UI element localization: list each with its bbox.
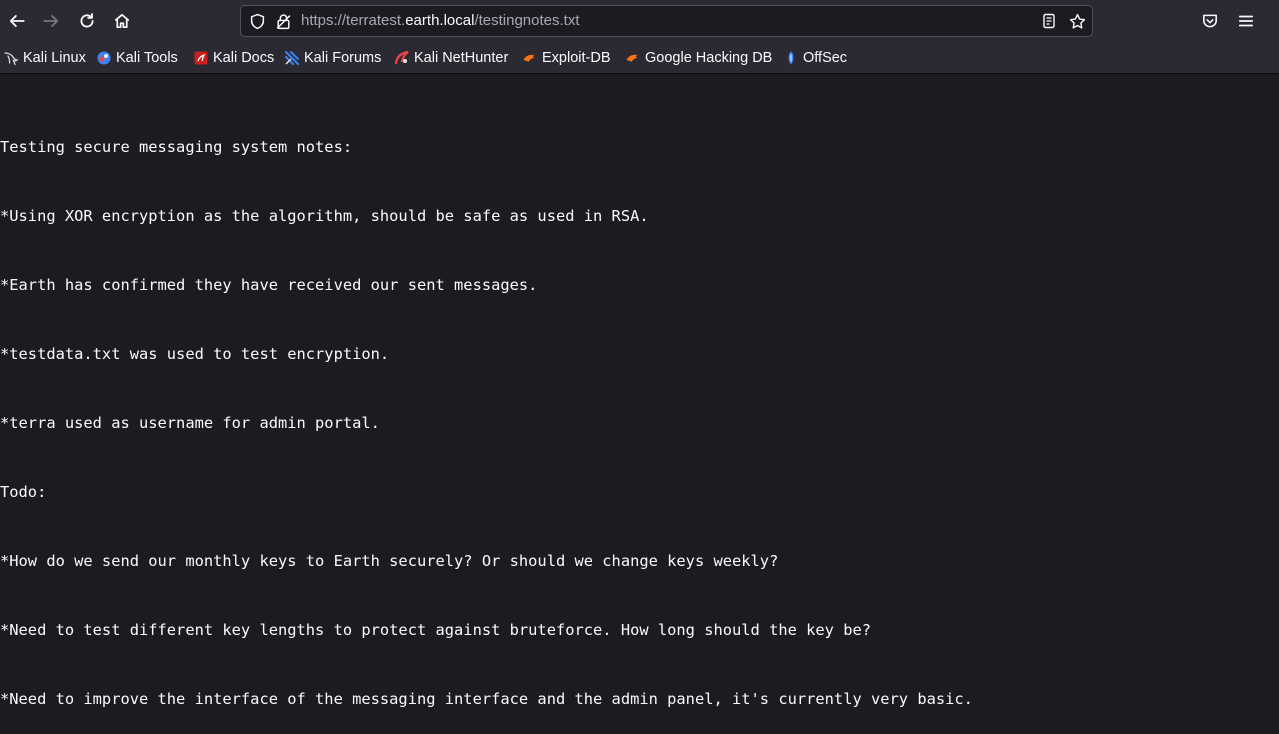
text-line: *Using XOR encryption as the algorithm, … bbox=[0, 207, 649, 225]
bookmark-offsec[interactable]: OffSec bbox=[783, 48, 847, 68]
forward-button[interactable] bbox=[36, 6, 66, 36]
ghdb-icon bbox=[626, 54, 638, 62]
url-host: earth.local bbox=[405, 12, 475, 29]
hamburger-menu-icon bbox=[1238, 15, 1254, 27]
url-subdomain: terratest. bbox=[346, 12, 406, 29]
bookmark-kali-linux[interactable]: Kali Linux bbox=[3, 48, 86, 68]
bookmark-label: Kali Linux bbox=[23, 50, 86, 66]
kali-docs-icon bbox=[194, 51, 208, 65]
reload-button[interactable] bbox=[72, 6, 102, 36]
nethunter-icon bbox=[394, 50, 409, 65]
bookmark-label: Exploit-DB bbox=[542, 50, 611, 66]
text-line: *Earth has confirmed they have received … bbox=[0, 276, 538, 294]
bookmark-star-icon[interactable] bbox=[1068, 12, 1086, 30]
pocket-icon bbox=[1203, 14, 1217, 28]
bookmark-label: Kali Tools bbox=[116, 50, 178, 66]
reader-view-icon[interactable] bbox=[1040, 12, 1058, 30]
browser-toolbar: https://terratest.earth.local/testingnot… bbox=[0, 0, 1279, 43]
kali-tools-icon bbox=[97, 51, 111, 65]
back-arrow-icon bbox=[9, 15, 25, 27]
text-line: *testdata.txt was used to test encryptio… bbox=[0, 345, 390, 363]
bookmark-label: Kali Docs bbox=[213, 50, 275, 66]
url-path: /testingnotes.txt bbox=[474, 12, 580, 29]
bookmark-exploit-db[interactable]: Exploit-DB bbox=[522, 48, 611, 68]
bookmarks-toolbar: Kali Linux Kali Tools Kali Docs Kali For… bbox=[0, 43, 1279, 74]
bookmark-kali-nethunter[interactable]: Kali NetHunter bbox=[394, 48, 508, 68]
text-line: *Need to improve the interface of the me… bbox=[0, 690, 973, 708]
kali-forums-icon bbox=[285, 51, 299, 65]
insecure-lock-icon[interactable] bbox=[274, 12, 292, 30]
bookmark-label: Kali Forums bbox=[304, 50, 382, 66]
address-bar[interactable]: https://terratest.earth.local/testingnot… bbox=[240, 5, 1093, 37]
home-button[interactable] bbox=[107, 6, 137, 36]
url-text[interactable]: https://terratest.earth.local/testingnot… bbox=[301, 12, 580, 30]
forward-arrow-icon bbox=[43, 15, 59, 27]
back-button[interactable] bbox=[2, 6, 32, 36]
text-line: *Need to test different key lengths to p… bbox=[0, 621, 871, 639]
bookmark-kali-docs[interactable]: Kali Docs bbox=[193, 48, 274, 68]
text-line: *terra used as username for admin portal… bbox=[0, 414, 380, 432]
bookmark-kali-forums[interactable]: Kali Forums bbox=[284, 48, 381, 68]
exploit-db-icon bbox=[523, 54, 535, 62]
kali-dragon-icon bbox=[4, 52, 19, 66]
bookmark-label: Google Hacking DB bbox=[645, 50, 773, 66]
bookmark-kali-tools[interactable]: Kali Tools bbox=[96, 48, 178, 68]
pocket-button[interactable] bbox=[1195, 6, 1225, 36]
bookmark-label: OffSec bbox=[803, 50, 848, 66]
app-menu-button[interactable] bbox=[1231, 6, 1261, 36]
home-icon bbox=[114, 13, 130, 29]
text-line: Todo: bbox=[0, 483, 47, 501]
bookmark-label: Kali NetHunter bbox=[414, 50, 509, 66]
bookmark-google-hacking-db[interactable]: Google Hacking DB bbox=[625, 48, 772, 68]
text-document: Testing secure messaging system notes: *… bbox=[0, 90, 1279, 734]
shield-icon[interactable] bbox=[248, 12, 266, 30]
reload-icon bbox=[80, 13, 94, 28]
url-scheme: https:// bbox=[301, 12, 347, 29]
offsec-icon bbox=[788, 51, 794, 65]
text-line: *How do we send our monthly keys to Eart… bbox=[0, 552, 779, 570]
text-line: Testing secure messaging system notes: bbox=[0, 138, 353, 156]
